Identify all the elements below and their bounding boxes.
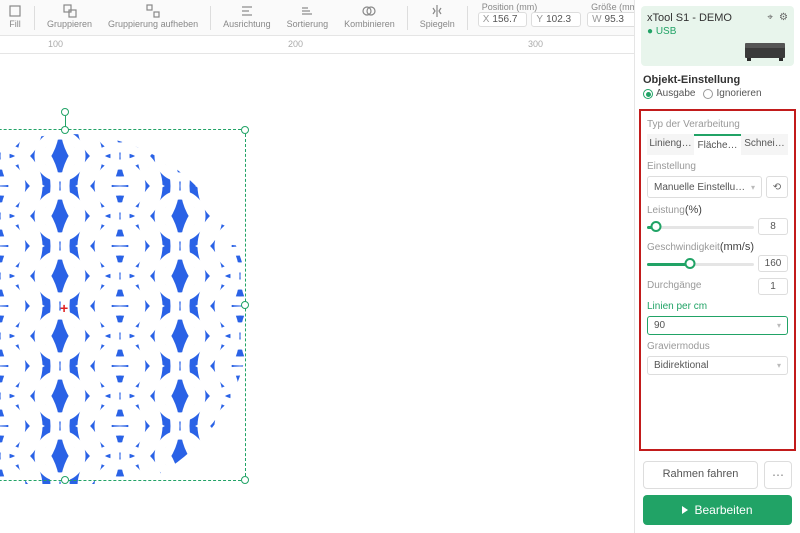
engrave-mode-label: Graviermodus [647,341,788,352]
ruler-top: 100 200 300 [0,36,634,54]
speed-value[interactable]: 160 [758,255,788,272]
lines-per-cm-select[interactable]: 90 ▾ [647,316,788,335]
position-x-field[interactable]: X156.7 [478,12,528,27]
rotation-handle[interactable] [61,108,69,116]
group-icon [63,4,77,18]
align-icon [240,4,254,18]
setting-label: Einstellung [647,161,788,172]
tab-cut[interactable]: Schnei… [741,134,788,155]
processing-tabs: Linieng… Fläche… Schnei… [647,134,788,155]
chevron-down-icon: ▾ [751,183,755,192]
fill-label: Fill [9,19,21,29]
chevron-down-icon: ▾ [777,321,781,330]
resize-handle-ne[interactable] [241,126,249,134]
sort-label: Sortierung [287,19,329,29]
device-image [744,40,786,62]
output-radio[interactable]: Ausgabe [643,88,695,99]
group-label: Gruppieren [47,19,92,29]
frame-button[interactable]: Rahmen fahren [643,461,758,489]
ruler-mark: 200 [288,39,303,49]
processing-settings-panel: Typ der Verarbeitung Linieng… Fläche… Sc… [639,109,796,451]
ungroup-button[interactable]: Gruppierung aufheben [100,2,206,31]
canvas-area[interactable]: 100 200 300 [0,36,634,533]
group-button[interactable]: Gruppieren [39,2,100,31]
process-button[interactable]: Bearbeiten [643,495,792,525]
tab-fill-engrave[interactable]: Fläche… [694,134,741,155]
ruler-mark: 100 [48,39,63,49]
position-x-value: 156.7 [492,14,522,25]
setting-value: Manuelle Einstellu… [654,182,745,193]
position-group: Position (mm) X156.7 Y102.3 [478,2,581,27]
lines-per-cm-label: Linien per cm [647,301,788,312]
sort-icon [300,4,314,18]
play-icon [682,506,688,514]
combine-label: Kombinieren [344,19,395,29]
selection-box[interactable]: + [0,129,246,481]
speed-slider[interactable] [647,257,754,271]
mirror-label: Spiegeln [420,19,455,29]
reset-setting-button[interactable]: ⟲ [766,176,788,198]
power-slider[interactable] [647,220,754,234]
more-button[interactable]: ⋯ [764,461,792,489]
resize-handle-se[interactable] [241,476,249,484]
resize-handle-e[interactable] [241,301,249,309]
engrave-mode-select[interactable]: Bidirektional ▾ [647,356,788,375]
ignore-radio[interactable]: Ignorieren [703,88,761,99]
device-settings-icon[interactable]: ⚙ [779,12,788,23]
size-w-field[interactable]: W95.3 [587,12,639,27]
lines-per-cm-value: 90 [654,320,665,331]
ungroup-icon [146,4,160,18]
device-card[interactable]: ⌖ ⚙ xTool S1 - DEMO ● USB [641,6,794,66]
align-button[interactable]: Ausrichtung [215,2,279,31]
mirror-button[interactable]: Spiegeln [412,2,463,31]
resize-handle-s[interactable] [61,476,69,484]
combine-button[interactable]: Kombinieren [336,2,403,31]
device-connection: ● USB [647,26,788,37]
position-y-value: 102.3 [546,14,576,25]
size-w-value: 95.3 [605,14,635,25]
sort-button[interactable]: Sortierung [279,2,337,31]
tab-line-engrave[interactable]: Linieng… [647,134,694,155]
processing-type-label: Typ der Verarbeitung [647,119,788,130]
right-panel: ⌖ ⚙ xTool S1 - DEMO ● USB Objekt-Einstel… [634,0,800,533]
power-value[interactable]: 8 [758,218,788,235]
power-unit: (%) [685,204,702,216]
setting-select[interactable]: Manuelle Einstellu… ▾ [647,176,762,198]
position-y-field[interactable]: Y102.3 [531,12,581,27]
fill-button[interactable]: Fill [0,2,30,31]
speed-label: Geschwindigkeit [647,242,720,253]
center-cross-icon: + [60,300,70,310]
align-label: Ausrichtung [223,19,271,29]
ungroup-label: Gruppierung aufheben [108,19,198,29]
process-label: Bearbeiten [694,503,752,517]
speed-unit: (mm/s) [720,241,754,253]
device-target-icon[interactable]: ⌖ [767,12,773,23]
resize-handle-n[interactable] [61,126,69,134]
combine-icon [362,4,376,18]
engrave-mode-value: Bidirektional [654,360,708,371]
fill-icon [8,4,22,18]
passes-value[interactable]: 1 [758,278,788,295]
output-label: Ausgabe [656,88,695,99]
ruler-mark: 300 [528,39,543,49]
power-label: Leistung [647,205,685,216]
chevron-down-icon: ▾ [777,361,781,370]
passes-label: Durchgänge [647,280,754,291]
position-label: Position (mm) [478,2,581,12]
object-settings-title: Objekt-Einstellung [635,70,800,88]
output-mode-group: Ausgabe Ignorieren [635,88,800,105]
mirror-icon [430,4,444,18]
ignore-label: Ignorieren [716,88,761,99]
